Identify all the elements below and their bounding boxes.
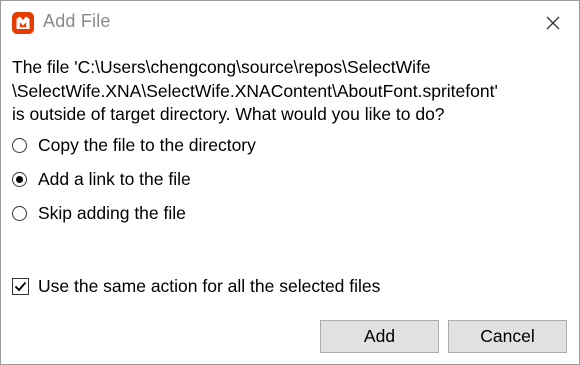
option-copy-label: Copy the file to the directory — [38, 134, 256, 155]
add-file-dialog: Add File The file 'C:\Users\chengcong\so… — [0, 0, 580, 365]
option-skip-label: Skip adding the file — [38, 202, 186, 223]
add-button[interactable]: Add — [320, 320, 439, 353]
radio-skip[interactable] — [12, 205, 27, 221]
checkmark-icon — [14, 281, 27, 291]
option-skip[interactable]: Skip adding the file — [12, 201, 186, 225]
window-title: Add File — [43, 11, 111, 31]
monogame-icon — [12, 12, 34, 34]
title-bar: Add File — [1, 1, 579, 43]
message-text: The file 'C:\Users\chengcong\source\repo… — [12, 56, 572, 127]
radio-copy[interactable] — [12, 137, 27, 153]
close-button[interactable] — [535, 7, 571, 39]
radio-link[interactable] — [12, 171, 27, 187]
close-icon — [546, 16, 560, 30]
message-line: The file 'C:\Users\chengcong\source\repo… — [12, 57, 431, 77]
apply-all-option[interactable]: Use the same action for all the selected… — [12, 274, 380, 298]
apply-all-checkbox[interactable] — [12, 277, 29, 295]
cancel-button[interactable]: Cancel — [448, 320, 567, 353]
option-link[interactable]: Add a link to the file — [12, 167, 191, 191]
message-line: is outside of target directory. What wou… — [12, 104, 445, 124]
option-copy[interactable]: Copy the file to the directory — [12, 133, 256, 157]
option-link-label: Add a link to the file — [38, 168, 191, 189]
apply-all-label: Use the same action for all the selected… — [38, 275, 381, 296]
message-line: \SelectWife.XNA\SelectWife.XNAContent\Ab… — [12, 80, 498, 101]
